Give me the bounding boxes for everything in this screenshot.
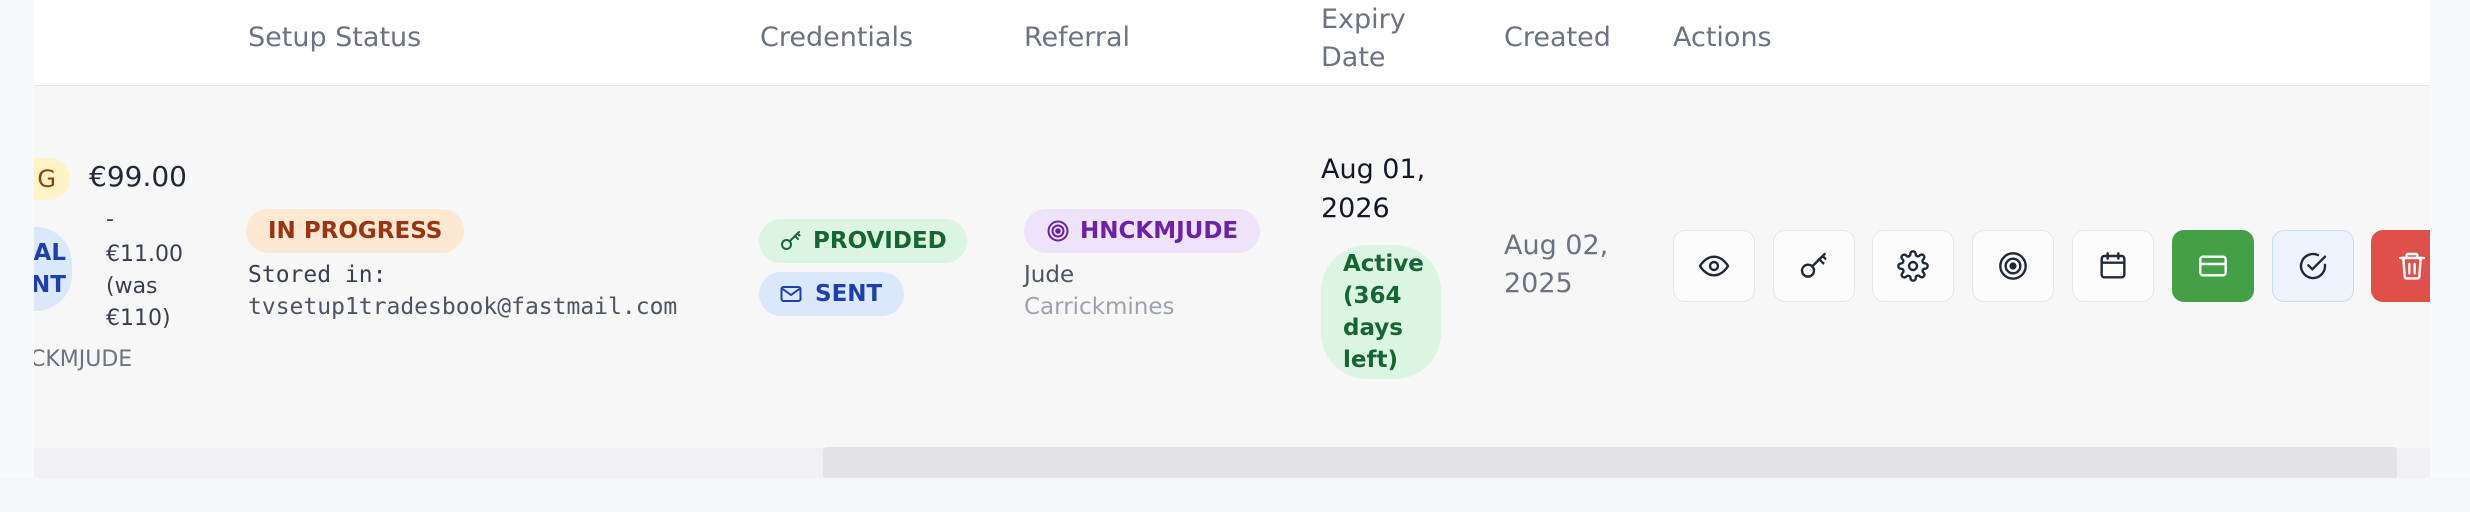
complete-button[interactable] — [2272, 230, 2354, 302]
schedule-button[interactable] — [2072, 230, 2154, 302]
mail-icon — [780, 286, 802, 302]
target-icon — [1047, 220, 1069, 242]
column-header-created: Created — [1504, 22, 1611, 53]
type-badge-line1: AL — [34, 240, 66, 266]
check-circle-icon — [2299, 252, 2327, 280]
stored-in-label: Stored in: — [248, 262, 387, 288]
column-header-credentials: Credentials — [760, 22, 914, 53]
table-row[interactable] — [34, 86, 2430, 448]
horizontal-scrollbar-thumb[interactable] — [823, 447, 2397, 478]
gear-icon — [1897, 250, 1929, 282]
calendar-icon — [2100, 252, 2126, 279]
column-header-actions: Actions — [1673, 22, 1772, 53]
stored-in-email: tvsetup1tradesbook@fastmail.com — [248, 294, 678, 320]
target-icon — [1999, 252, 2027, 280]
setup-status-label: IN PROGRESS — [268, 218, 443, 244]
credit-card-icon — [2199, 255, 2227, 277]
column-header-expiry-line2: Date — [1321, 42, 1386, 73]
referral-code-label: HNCKMJUDE — [1080, 218, 1239, 244]
view-button[interactable] — [1673, 230, 1755, 302]
column-header-setup-status: Setup Status — [248, 22, 422, 53]
expiry-status-badge: Active (364 days left) — [1321, 245, 1441, 379]
table-viewport: Setup Status Credentials Referral Expiry… — [34, 0, 2430, 478]
credentials-sent-label: SENT — [815, 281, 883, 307]
expiry-status-line2: (364 — [1343, 283, 1402, 309]
discount-amount: €11.00 — [106, 242, 183, 267]
expiry-date-line2: 2026 — [1321, 193, 1390, 224]
column-header-referral: Referral — [1024, 22, 1131, 53]
referral-code-badge[interactable]: HNCKMJUDE — [1024, 209, 1261, 253]
type-badge-line2: NT — [34, 272, 66, 298]
credentials-provided-label: PROVIDED — [813, 228, 947, 254]
expiry-status-line1: Active — [1343, 251, 1424, 277]
created-date-line1: Aug 02, — [1504, 230, 1609, 261]
credentials-provided-badge: PROVIDED — [759, 219, 967, 263]
plan-badge-label: G — [37, 165, 56, 193]
created-date-line2: 2025 — [1504, 268, 1573, 299]
column-header-expiry-line1: Expiry — [1321, 4, 1406, 35]
expiry-date-line1: Aug 01, — [1321, 154, 1426, 185]
referrer-first-name: Jude — [1024, 262, 1075, 288]
discount-was-label: (was — [106, 274, 158, 299]
price: €99.00 — [89, 160, 187, 193]
discount-line1: - — [106, 207, 114, 232]
referral-button[interactable] — [1972, 230, 2054, 302]
delete-button[interactable] — [2371, 230, 2430, 302]
payment-button[interactable] — [2172, 230, 2254, 302]
key-icon — [1800, 252, 1827, 278]
trash-icon — [2398, 252, 2426, 280]
discount-original: €110) — [106, 306, 171, 331]
eye-icon — [1698, 255, 1730, 277]
key-icon — [781, 231, 801, 250]
referrer-location: Carrickmines — [1024, 294, 1175, 320]
expiry-status-line4: left) — [1343, 347, 1398, 373]
expiry-status-line3: days — [1343, 315, 1403, 341]
referral-code-partial: CKMJUDE — [34, 347, 133, 372]
credentials-button[interactable] — [1773, 230, 1855, 302]
setup-status-badge: IN PROGRESS — [246, 209, 465, 253]
settings-button[interactable] — [1872, 230, 1954, 302]
credentials-sent-badge: SENT — [759, 272, 905, 316]
page-footer-area — [0, 478, 2470, 512]
